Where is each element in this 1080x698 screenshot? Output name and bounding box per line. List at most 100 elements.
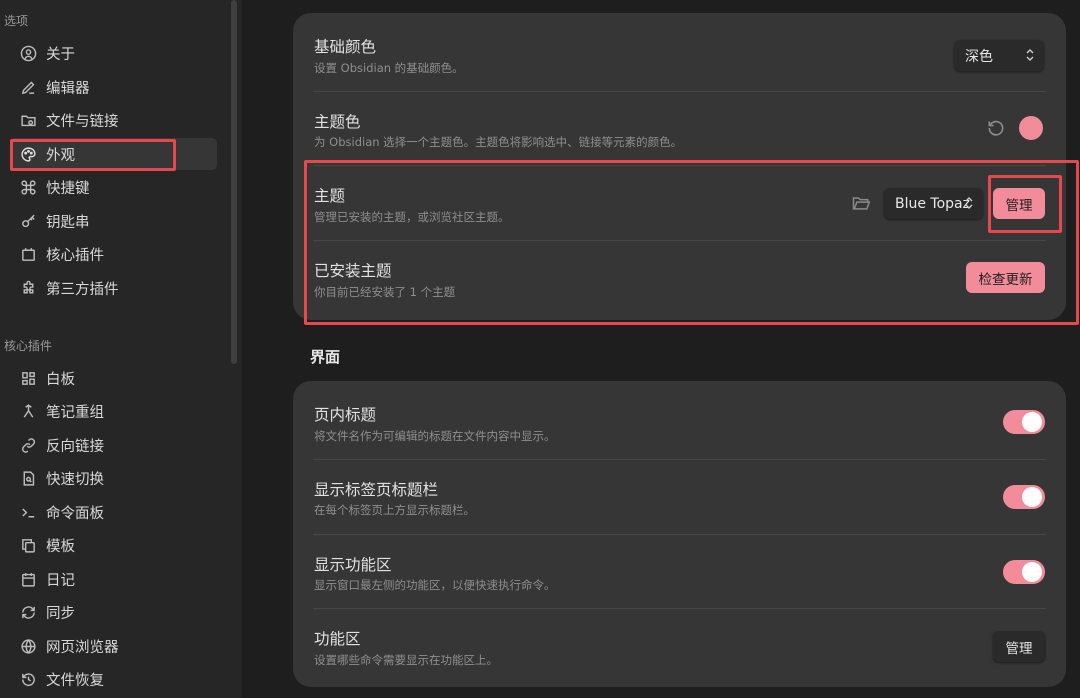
manage-themes-button[interactable]: 管理 xyxy=(993,188,1045,219)
sidebar-item-label: 核心插件 xyxy=(46,247,104,264)
command-icon xyxy=(19,178,37,196)
user-circle-icon xyxy=(19,44,37,62)
chevron-up-down-icon xyxy=(1026,49,1034,61)
sidebar-item-label: 编辑器 xyxy=(46,80,90,97)
sidebar-item-label: 同步 xyxy=(46,605,75,622)
sidebar-item-hotkeys[interactable]: 快捷键 xyxy=(10,171,217,203)
section-heading-interface: 界面 xyxy=(310,348,341,366)
chevron-up-down-icon xyxy=(965,197,973,209)
setting-description: 显示窗口最左侧的功能区，以便快速执行命令。 xyxy=(314,578,556,592)
sidebar-item-label: 外观 xyxy=(46,147,75,164)
sidebar-item-label: 快捷键 xyxy=(46,180,90,197)
backlink-icon xyxy=(19,436,37,454)
folder-link-icon xyxy=(19,111,37,129)
setting-title: 显示标签页标题栏 xyxy=(314,481,439,499)
setting-title: 显示功能区 xyxy=(314,556,392,574)
sidebar-item-backlinks[interactable]: 反向链接 xyxy=(10,429,217,461)
setting-description: 管理已安装的主题，或浏览社区主题。 xyxy=(314,210,510,224)
sidebar-item-label: 第三方插件 xyxy=(46,281,119,298)
sidebar-item-label: 网页浏览器 xyxy=(46,639,119,656)
sidebar-item-label: 钥匙串 xyxy=(46,214,90,231)
inline-title-toggle[interactable] xyxy=(1003,410,1045,434)
sidebar-item-label: 命令面板 xyxy=(46,505,104,522)
setting-description: 为 Obsidian 选择一个主题色。主题色将影响选中、链接等元素的颜色。 xyxy=(314,135,683,149)
toggle-knob xyxy=(1022,562,1042,582)
sidebar-item-label: 关于 xyxy=(46,46,75,63)
setting-title: 功能区 xyxy=(314,630,361,648)
palette-icon xyxy=(19,145,37,163)
setting-description: 在每个标签页上方显示标题栏。 xyxy=(314,503,475,517)
sidebar-item-editor[interactable]: 编辑器 xyxy=(10,71,217,103)
sidebar-item-community-plugins[interactable]: 第三方插件 xyxy=(10,272,217,304)
sidebar-scrollbar[interactable] xyxy=(231,0,237,364)
sidebar-item-command-palette[interactable]: 命令面板 xyxy=(10,496,217,528)
sidebar-item-core-plugins[interactable]: 核心插件 xyxy=(10,238,217,270)
manage-ribbon-button[interactable]: 管理 xyxy=(993,631,1045,662)
puzzle-icon xyxy=(19,279,37,297)
group-title-options: 选项 xyxy=(4,14,29,28)
sidebar-item-label: 反向链接 xyxy=(46,438,104,455)
setting-installed-themes: 已安装主题 你目前已经安装了 1 个主题 检查更新 xyxy=(293,241,1066,320)
sidebar-item-daily-notes[interactable]: 日记 xyxy=(10,563,217,595)
sidebar-item-files-links[interactable]: 文件与链接 xyxy=(10,104,217,136)
toggle-knob xyxy=(1022,487,1042,507)
setting-title: 基础颜色 xyxy=(314,38,377,56)
sidebar-item-appearance[interactable]: 外观 xyxy=(10,138,217,170)
sidebar-item-quick-switcher[interactable]: 快速切换 xyxy=(10,462,217,494)
sidebar-item-file-recovery[interactable]: 文件恢复 xyxy=(10,663,217,695)
check-updates-button[interactable]: 检查更新 xyxy=(966,262,1045,293)
sidebar-item-label: 白板 xyxy=(46,371,75,388)
sync-icon xyxy=(19,603,37,621)
setting-title: 主题 xyxy=(314,187,346,205)
folder-open-icon[interactable] xyxy=(851,193,871,213)
accent-color-swatch[interactable] xyxy=(1019,116,1043,140)
group-title-core-plugins: 核心插件 xyxy=(4,339,53,353)
setting-ribbon-config: 功能区 设置哪些命令需要显示在功能区上。 管理 xyxy=(293,609,1066,687)
select-value: Blue Topaz xyxy=(895,195,970,212)
sidebar-item-label: 快速切换 xyxy=(46,471,104,488)
reset-icon[interactable] xyxy=(986,118,1006,138)
calendar-icon xyxy=(19,570,37,588)
setting-description: 设置哪些命令需要显示在功能区上。 xyxy=(314,653,498,667)
sidebar-item-keychain[interactable]: 钥匙串 xyxy=(10,205,217,237)
setting-title: 已安装主题 xyxy=(314,262,392,280)
pencil-icon xyxy=(19,78,37,96)
setting-title: 主题色 xyxy=(314,113,361,131)
sidebar-item-note-composer[interactable]: 笔记重组 xyxy=(10,395,217,427)
merge-icon xyxy=(19,402,37,420)
setting-description: 你目前已经安装了 1 个主题 xyxy=(314,285,456,299)
ribbon-toggle[interactable] xyxy=(1003,560,1045,584)
sidebar-item-label: 日记 xyxy=(46,572,75,589)
history-icon xyxy=(19,670,37,688)
copy-icon xyxy=(19,536,37,554)
file-search-icon xyxy=(19,469,37,487)
sidebar-item-canvas[interactable]: 白板 xyxy=(10,362,217,394)
sidebar-item-label: 文件恢复 xyxy=(46,672,104,689)
setting-ribbon: 显示功能区 显示窗口最左侧的功能区，以便快速执行命令。 xyxy=(293,535,1066,609)
sidebar-item-label: 模板 xyxy=(46,538,75,555)
setting-title: 页内标题 xyxy=(314,406,377,424)
terminal-icon xyxy=(19,503,37,521)
setting-tab-title-bar: 显示标签页标题栏 在每个标签页上方显示标题栏。 xyxy=(293,460,1066,534)
interface-card: 页内标题 将文件名作为可编辑的标题在文件内容中显示。 显示标签页标题栏 在每个标… xyxy=(293,381,1066,687)
sidebar-item-about[interactable]: 关于 xyxy=(10,37,217,69)
setting-description: 将文件名作为可编辑的标题在文件内容中显示。 xyxy=(314,429,556,443)
calendar-box-icon xyxy=(19,245,37,263)
theme-select[interactable]: Blue Topaz xyxy=(884,188,983,219)
appearance-card: 基础颜色 设置 Obsidian 的基础颜色。 深色 主题色 为 Obsidia… xyxy=(293,13,1066,320)
setting-accent-color: 主题色 为 Obsidian 选择一个主题色。主题色将影响选中、链接等元素的颜色… xyxy=(293,92,1066,165)
setting-base-color: 基础颜色 设置 Obsidian 的基础颜色。 深色 xyxy=(293,13,1066,91)
sidebar-item-templates[interactable]: 模板 xyxy=(10,529,217,561)
sidebar-item-label: 文件与链接 xyxy=(46,113,119,130)
sidebar-item-label: 笔记重组 xyxy=(46,404,104,421)
layout-grid-icon xyxy=(19,369,37,387)
tab-title-bar-toggle[interactable] xyxy=(1003,485,1045,509)
sidebar-item-web-viewer[interactable]: 网页浏览器 xyxy=(10,630,217,662)
sidebar-item-sync[interactable]: 同步 xyxy=(10,596,217,628)
toggle-knob xyxy=(1022,412,1042,432)
settings-sidebar: 选项 关于 编辑器 文件与链接 外观 快捷键 钥匙串 核心插件 第三方插件 核心… xyxy=(0,0,242,698)
setting-description: 设置 Obsidian 的基础颜色。 xyxy=(314,61,464,75)
setting-theme: 主题 管理已安装的主题，或浏览社区主题。 Blue Topaz 管理 xyxy=(293,166,1066,240)
base-color-select[interactable]: 深色 xyxy=(954,40,1044,71)
key-icon xyxy=(19,212,37,230)
